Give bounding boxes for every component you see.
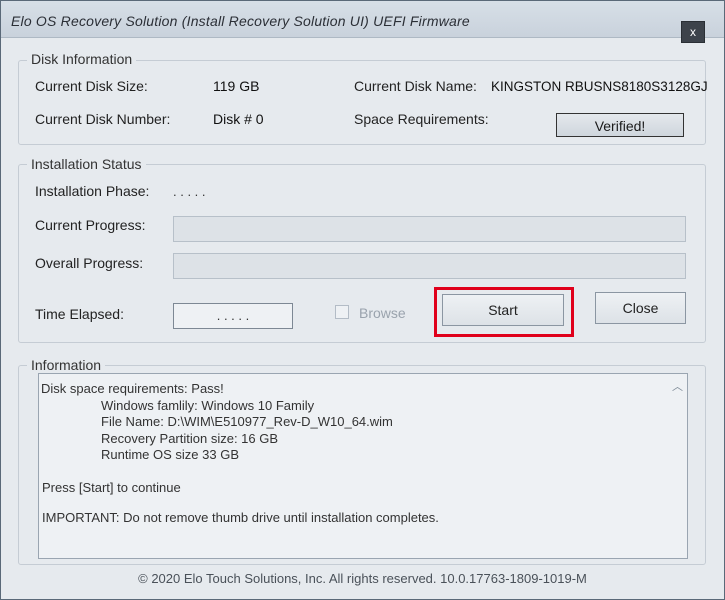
close-icon: x [690, 25, 696, 39]
browse-label: Browse [359, 305, 406, 321]
overall-progress-bar [173, 253, 686, 279]
info-line-press-start: Press [Start] to continue [42, 480, 181, 495]
current-progress-label: Current Progress: [35, 217, 146, 233]
disk-name-value: KINGSTON RBUSNS8180S3128GJ [491, 79, 708, 94]
chevron-up-icon[interactable]: ︿ [672, 378, 683, 394]
disk-information-label: Disk Information [27, 51, 137, 67]
installation-phase-value: . . . . . [173, 184, 206, 199]
current-progress-bar [173, 216, 686, 242]
info-line-recovery-partition: Recovery Partition size: 16 GB [101, 431, 279, 446]
info-line-windows-family: Windows famlily: Windows 10 Family [101, 398, 315, 413]
window-title: Elo OS Recovery Solution (Install Recove… [11, 13, 470, 29]
disk-size-label: Current Disk Size: [35, 78, 148, 94]
time-elapsed-value: . . . . . [173, 303, 293, 329]
copyright-footer: © 2020 Elo Touch Solutions, Inc. All rig… [138, 571, 587, 586]
installer-window: Elo OS Recovery Solution (Install Recove… [0, 0, 725, 600]
disk-size-value: 119 GB [213, 78, 260, 94]
disk-name-label: Current Disk Name: [354, 78, 477, 94]
disk-number-label: Current Disk Number: [35, 111, 171, 127]
overall-progress-label: Overall Progress: [35, 255, 144, 271]
information-text-area[interactable]: ︿ Disk space requirements: Pass! Windows… [38, 373, 688, 559]
installation-phase-label: Installation Phase: [35, 183, 150, 199]
title-bar: Elo OS Recovery Solution (Install Recove… [1, 1, 724, 43]
info-line-runtime-os: Runtime OS size 33 GB [101, 447, 239, 462]
space-verified-status: Verified! [556, 113, 684, 137]
close-button[interactable]: Close [595, 292, 686, 324]
information-label: Information [27, 357, 106, 373]
info-line-important: IMPORTANT: Do not remove thumb drive unt… [42, 510, 439, 525]
time-elapsed-label: Time Elapsed: [35, 306, 124, 322]
start-button-highlight [434, 287, 574, 337]
disk-number-value: Disk # 0 [213, 111, 264, 127]
window-close-button[interactable]: x [681, 21, 705, 43]
space-requirements-label: Space Requirements: [354, 111, 489, 127]
installation-status-label: Installation Status [27, 156, 146, 172]
browse-checkbox[interactable] [335, 305, 349, 319]
info-line-disk-space: Disk space requirements: Pass! [41, 381, 224, 396]
info-line-file-name: File Name: D:\WIM\E510977_Rev-D_W10_64.w… [101, 414, 393, 429]
